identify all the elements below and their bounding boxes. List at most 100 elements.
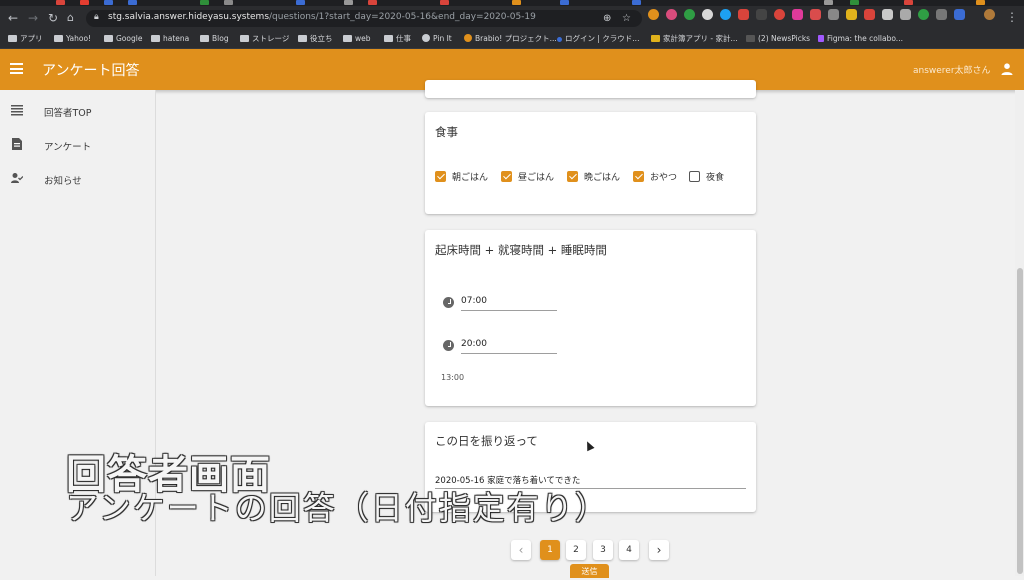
browser-tab[interactable] (56, 0, 65, 5)
scrollbar-thumb[interactable] (1017, 268, 1023, 574)
bookmark-folder[interactable]: hatena (151, 33, 189, 45)
extension-icon[interactable] (720, 9, 731, 20)
back-arrow-icon[interactable]: ← (8, 9, 18, 27)
caption-subtitle: アンケートの回答（日付指定有り） (66, 489, 609, 527)
folder-icon (200, 35, 209, 42)
extension-icon[interactable] (936, 9, 947, 20)
browser-tab[interactable] (296, 0, 305, 5)
question-title: 食事 (435, 125, 458, 139)
extension-icon[interactable] (756, 9, 767, 20)
prev-page-button[interactable]: ‹ (511, 540, 531, 560)
profile-avatar-icon[interactable] (984, 9, 995, 20)
browser-tab[interactable] (904, 0, 913, 5)
bookmark-folder[interactable]: ストレージ (240, 33, 289, 45)
bookmark-link[interactable]: 家計簿アプリ - 家計... (651, 33, 738, 45)
extension-icon[interactable] (810, 9, 821, 20)
bookmark-folder[interactable]: 役立ち (298, 33, 333, 45)
extension-icon[interactable] (684, 9, 695, 20)
checkbox-label: 晩ごはん (584, 173, 621, 183)
bookmark-folder[interactable]: 仕事 (384, 33, 411, 45)
home-icon[interactable]: ⌂ (67, 9, 74, 27)
browser-menu-icon[interactable]: ⋮ (1006, 8, 1018, 26)
browser-tab[interactable] (80, 0, 89, 5)
bed-time-picker[interactable]: 20:00 (443, 338, 557, 358)
bookmark-label: Google (116, 34, 143, 43)
browser-tab[interactable] (368, 0, 377, 5)
extension-icon[interactable] (792, 9, 803, 20)
app-title: アンケート回答 (42, 63, 140, 79)
page-button-4[interactable]: 4 (619, 540, 639, 560)
sidebar-item-label: お知らせ (44, 176, 82, 187)
question-title: 起床時間 + 就寝時間 + 睡眠時間 (435, 243, 607, 257)
bookmark-folder[interactable]: Google (104, 33, 142, 45)
extension-icon[interactable] (882, 9, 893, 20)
bookmark-label: アプリ (20, 34, 43, 43)
sidebar-item-respondent-top[interactable]: 回答者TOP (0, 98, 156, 124)
url-text: stg.salvia.answer.hideyasu.systems/quest… (108, 12, 536, 22)
browser-tab[interactable] (128, 0, 137, 5)
bookmark-link[interactable]: (2) NewsPicks (746, 33, 810, 45)
extension-icon[interactable] (846, 9, 857, 20)
sidebar-item-survey[interactable]: アンケート (0, 132, 156, 158)
browser-tab[interactable] (440, 0, 449, 5)
extension-icon[interactable] (702, 9, 713, 20)
reload-icon[interactable]: ↻ (48, 9, 58, 27)
wake-time-picker[interactable]: 07:00 (443, 295, 557, 315)
checkbox-checked-icon (501, 171, 512, 182)
browser-tab[interactable] (104, 0, 113, 5)
figma-icon (818, 35, 824, 42)
browser-tab[interactable] (560, 0, 569, 5)
browser-tab[interactable] (224, 0, 233, 5)
extension-icon[interactable] (774, 9, 785, 20)
extension-icon[interactable] (738, 9, 749, 20)
browser-tab[interactable] (976, 0, 985, 5)
extension-icon[interactable] (666, 9, 677, 20)
folder-icon (151, 35, 160, 42)
wake-time-field[interactable]: 07:00 (461, 296, 557, 311)
bookmark-folder[interactable]: Blog (200, 33, 229, 45)
account-icon[interactable] (1000, 62, 1014, 76)
extension-icon[interactable] (648, 9, 659, 20)
browser-tab[interactable] (512, 0, 521, 5)
bookmark-label: Figma: the collabo... (827, 34, 903, 43)
extension-icon[interactable] (900, 9, 911, 20)
bookmark-link[interactable]: Figma: the collabo... (818, 33, 903, 45)
bed-time-field[interactable]: 20:00 (461, 339, 557, 354)
bookmark-folder[interactable]: web (343, 33, 371, 45)
browser-tab[interactable] (200, 0, 209, 5)
bookmark-link[interactable]: Pin It (422, 33, 452, 45)
extension-icon[interactable] (828, 9, 839, 20)
bookmark-label: Brabio! プロジェクト... (475, 34, 557, 43)
globe-icon (422, 34, 430, 42)
extension-icon[interactable] (918, 9, 929, 20)
page-button-1[interactable]: 1 (540, 540, 560, 560)
browser-tab[interactable] (824, 0, 833, 5)
bookmark-link[interactable]: ログイン | クラウド... (557, 33, 639, 45)
question-card-sleep: 起床時間 + 就寝時間 + 睡眠時間 07:00 20:00 13:00 (425, 230, 756, 406)
checkbox-checked-icon (435, 171, 446, 182)
browser-tab[interactable] (850, 0, 859, 5)
browser-tab[interactable] (632, 0, 641, 5)
bookmark-label: ストレージ (252, 34, 290, 43)
forward-arrow-icon[interactable]: → (28, 9, 38, 27)
bookmark-apps[interactable]: アプリ (8, 33, 43, 45)
next-page-button[interactable]: › (649, 540, 669, 560)
address-bar[interactable]: 🔒︎ stg.salvia.answer.hideyasu.systems/qu… (86, 10, 642, 27)
install-icon[interactable]: ⊕ (603, 13, 611, 24)
bookmark-link[interactable]: Brabio! プロジェクト... (464, 33, 557, 45)
user-name: answerer太郎さん (913, 66, 991, 76)
browser-tab[interactable] (344, 0, 353, 5)
sidebar-item-notices[interactable]: お知らせ (0, 166, 156, 192)
url-host: stg.salvia.answer.hideyasu.systems (108, 12, 270, 22)
checkbox-label: 昼ごはん (518, 173, 555, 183)
bookmark-label: Blog (212, 34, 229, 43)
page-button-2[interactable]: 2 (566, 540, 586, 560)
question-card-meal: 食事 朝ごはん 昼ごはん 晩ごはん おやつ 夜食 (425, 112, 756, 214)
bookmark-label: 仕事 (396, 34, 411, 43)
page-button-3[interactable]: 3 (593, 540, 613, 560)
hamburger-menu-icon[interactable] (10, 63, 23, 74)
extension-icon[interactable] (864, 9, 875, 20)
bookmark-folder[interactable]: Yahoo! (54, 33, 91, 45)
bookmark-star-icon[interactable]: ☆ (622, 13, 631, 24)
extension-icon[interactable] (954, 9, 965, 20)
